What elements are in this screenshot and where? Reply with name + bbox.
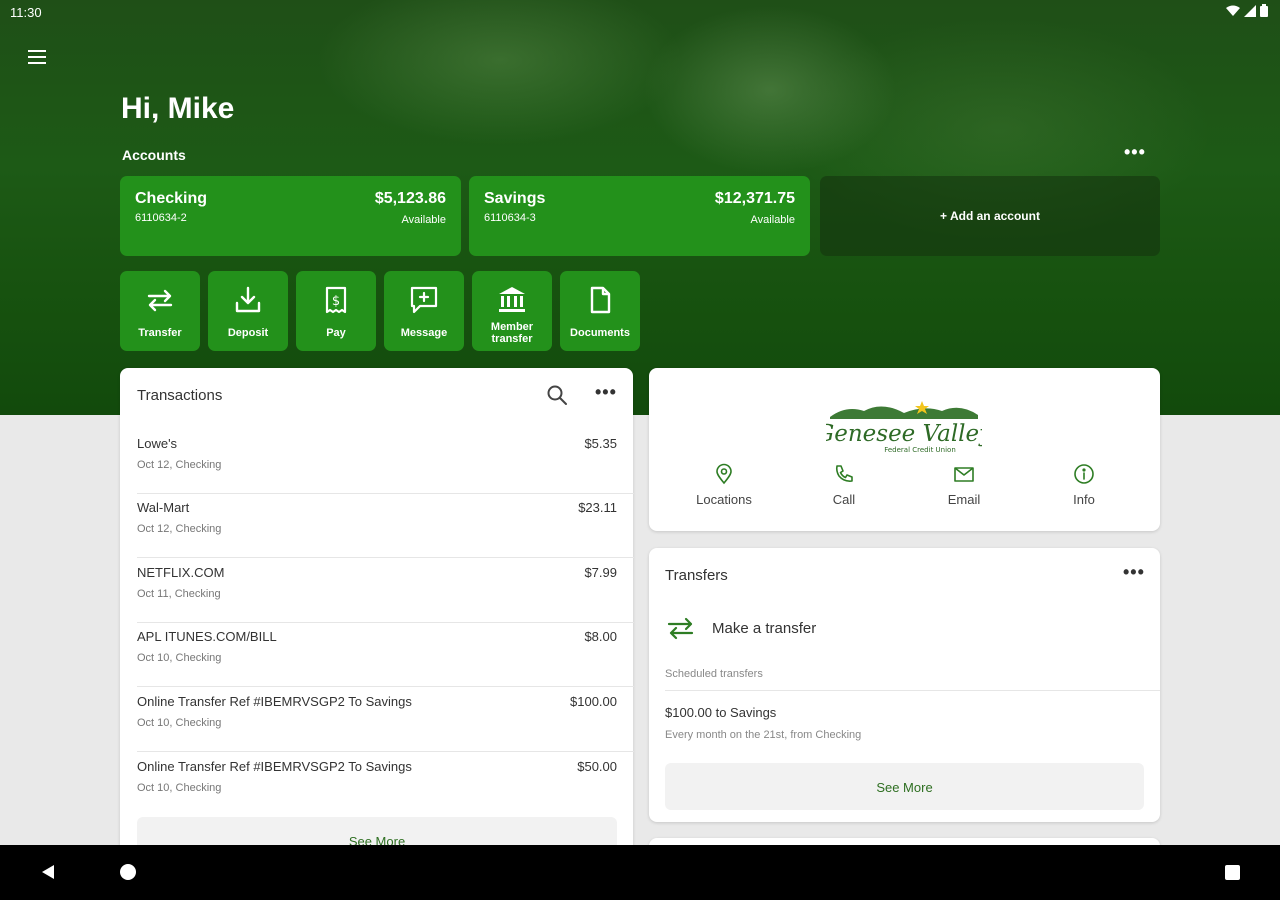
transaction-amount: $8.00 — [584, 629, 617, 644]
transaction-row[interactable]: APL ITUNES.COM/BILL Oct 10, Checking $8.… — [137, 623, 634, 687]
scheduled-transfers-heading: Scheduled transfers — [665, 668, 763, 680]
transactions-title: Transactions — [137, 387, 223, 404]
transaction-amount: $7.99 — [584, 565, 617, 580]
navigation-bar — [0, 845, 1280, 900]
transaction-row[interactable]: Online Transfer Ref #IBEMRVSGP2 To Savin… — [137, 688, 634, 752]
transaction-amount: $5.35 — [584, 436, 617, 451]
make-transfer-label: Make a transfer — [712, 620, 817, 637]
status-time: 11:30 — [10, 5, 42, 20]
email-label: Email — [947, 492, 981, 507]
account-balance: $5,123.86 — [374, 190, 446, 207]
quick-action-label: Transfer — [138, 327, 182, 339]
transaction-amount: $100.00 — [570, 694, 617, 709]
quick-action-documents[interactable]: Documents — [560, 271, 640, 351]
phone-icon — [835, 465, 853, 482]
transaction-description: NETFLIX.COM — [137, 565, 225, 580]
battery-icon — [1260, 4, 1268, 17]
status-icons — [1226, 4, 1268, 17]
transaction-meta: Oct 10, Checking — [137, 717, 222, 729]
transaction-description: Online Transfer Ref #IBEMRVSGP2 To Savin… — [137, 694, 412, 709]
signal-icon — [1244, 4, 1256, 17]
transaction-meta: Oct 12, Checking — [137, 459, 222, 471]
document-icon — [590, 286, 611, 314]
transaction-amount: $23.11 — [578, 500, 617, 515]
quick-action-member-transfer[interactable]: Member transfer — [472, 271, 552, 351]
call-button[interactable]: Call — [799, 463, 889, 507]
scheduled-transfer-subtitle: Every month on the 21st, from Checking — [665, 729, 862, 741]
account-card-savings[interactable]: Savings 6110634-3 $12,371.75 Available — [469, 176, 810, 256]
transaction-row[interactable]: Lowe's Oct 12, Checking $5.35 — [137, 430, 634, 494]
svg-text:$: $ — [332, 294, 340, 309]
quick-action-label: Documents — [570, 327, 630, 339]
quick-action-label: Member transfer — [490, 321, 534, 345]
message-icon — [410, 286, 438, 314]
scheduled-transfer-item[interactable]: $100.00 to Savings Every month on the 21… — [665, 705, 1145, 745]
transactions-search-button[interactable] — [546, 384, 568, 406]
locations-button[interactable]: Locations — [679, 463, 769, 507]
account-balance: $12,371.75 — [714, 190, 795, 207]
quick-action-transfer[interactable]: Transfer — [120, 271, 200, 351]
quick-action-label: Message — [400, 327, 448, 339]
transfers-see-more-button[interactable]: See More — [665, 763, 1144, 810]
transaction-row[interactable]: NETFLIX.COM Oct 11, Checking $7.99 — [137, 559, 634, 623]
wifi-icon — [1226, 5, 1240, 16]
transaction-amount: $50.00 — [577, 759, 617, 774]
make-transfer-button[interactable]: Make a transfer — [665, 610, 1145, 646]
transaction-meta: Oct 11, Checking — [137, 588, 221, 600]
transaction-row[interactable]: Wal-Mart Oct 12, Checking $23.11 — [137, 494, 634, 558]
transaction-meta: Oct 10, Checking — [137, 652, 222, 664]
transaction-description: APL ITUNES.COM/BILL — [137, 629, 277, 644]
transfers-title: Transfers — [665, 567, 728, 584]
home-icon[interactable] — [120, 864, 136, 880]
menu-button[interactable] — [24, 44, 50, 70]
search-icon — [547, 385, 567, 405]
transaction-description: Lowe's — [137, 436, 178, 451]
account-balance-label: Available — [750, 214, 795, 226]
deposit-icon — [235, 286, 261, 313]
quick-action-message[interactable]: Message — [384, 271, 464, 351]
bank-icon — [499, 287, 525, 312]
quick-action-pay[interactable]: $ Pay — [296, 271, 376, 351]
account-number: 6110634-3 — [484, 212, 536, 224]
recent-apps-icon[interactable] — [1225, 865, 1240, 880]
quick-action-deposit[interactable]: Deposit — [208, 271, 288, 351]
quick-action-label: Pay — [326, 327, 346, 339]
locations-label: Locations — [696, 492, 752, 507]
logo-text: Genesee Valley — [826, 421, 982, 447]
pay-icon: $ — [325, 286, 347, 314]
greeting: Hi, Mike — [121, 92, 235, 125]
info-icon — [1074, 464, 1094, 484]
transfer-icon — [667, 617, 694, 640]
transaction-description: Wal-Mart — [137, 500, 190, 515]
account-card-checking[interactable]: Checking 6110634-2 $5,123.86 Available — [120, 176, 461, 256]
transactions-more-button[interactable]: ••• — [595, 382, 617, 403]
transaction-meta: Oct 10, Checking — [137, 782, 222, 794]
hamburger-menu-icon — [28, 50, 46, 64]
divider — [665, 690, 1160, 691]
info-button[interactable]: Info — [1039, 463, 1129, 507]
email-icon — [954, 467, 974, 482]
accounts-more-button[interactable]: ••• — [1124, 142, 1146, 163]
back-icon[interactable] — [40, 864, 56, 880]
add-account-button[interactable]: + Add an account — [820, 176, 1160, 256]
scheduled-transfer-title: $100.00 to Savings — [665, 705, 777, 720]
location-pin-icon — [716, 463, 732, 485]
call-label: Call — [832, 492, 856, 507]
info-label: Info — [1073, 492, 1095, 507]
transaction-meta: Oct 12, Checking — [137, 523, 222, 535]
transaction-description: Online Transfer Ref #IBEMRVSGP2 To Savin… — [137, 759, 412, 774]
quick-action-label: Deposit — [227, 327, 269, 339]
transfer-icon — [147, 289, 173, 312]
transfers-more-button[interactable]: ••• — [1123, 562, 1145, 583]
account-balance-label: Available — [401, 214, 446, 226]
account-number: 6110634-2 — [135, 212, 187, 224]
accounts-heading: Accounts — [122, 147, 186, 163]
transaction-row[interactable]: Online Transfer Ref #IBEMRVSGP2 To Savin… — [137, 753, 617, 817]
email-button[interactable]: Email — [919, 463, 1009, 507]
genesee-valley-logo: Genesee Valley Federal Credit Union — [826, 401, 982, 454]
logo-subtext: Federal Credit Union — [884, 446, 956, 454]
